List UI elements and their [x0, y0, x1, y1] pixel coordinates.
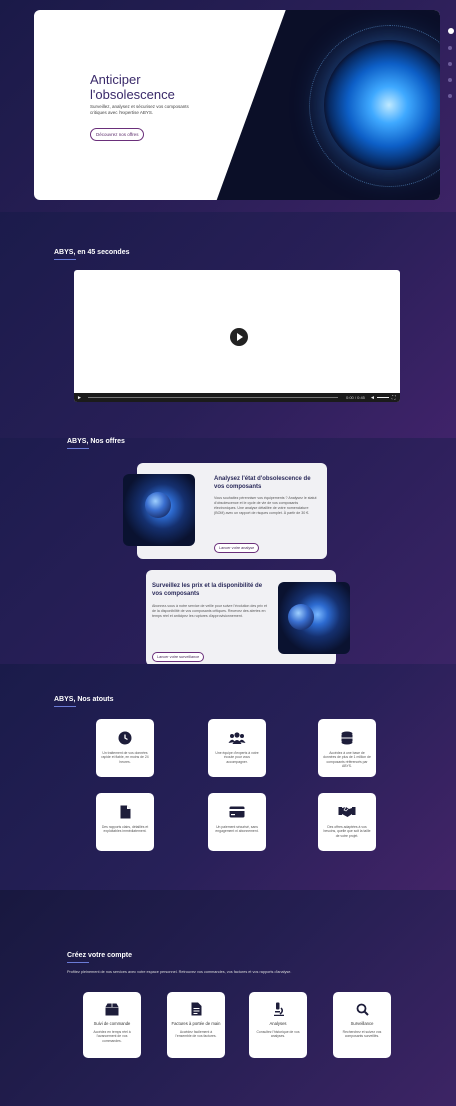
handshake-icon: [338, 806, 356, 817]
box-icon: [105, 1003, 119, 1015]
carousel-dot-1[interactable]: [448, 28, 454, 34]
account-card-analyses[interactable]: Analyses Consultez l'historique de vos a…: [249, 992, 307, 1058]
video-controls: ► 0:00 / 0:45 ◄ ⛶: [74, 393, 400, 402]
robot-analysis-image: [123, 474, 195, 546]
atout-card-database: Accédez à une base de données de plus de…: [318, 719, 376, 777]
offer-surveillance-title: Surveillez les prix et la disponibilité …: [152, 583, 263, 597]
account-card-title: Analyses: [269, 1021, 287, 1026]
account-card-orders[interactable]: Suivi de commande Accédez en temps réel …: [83, 992, 141, 1058]
carousel-dot-2[interactable]: [448, 46, 452, 50]
volume-icon[interactable]: ◄: [370, 395, 375, 401]
database-icon: [341, 731, 353, 745]
fullscreen-icon[interactable]: ⛶: [392, 395, 396, 401]
discover-offers-button[interactable]: Découvrez nos offres: [90, 128, 145, 141]
offer-analysis-text: Vous souhaitez pérenniser vos équipement…: [214, 496, 317, 515]
document-icon: [191, 1002, 201, 1016]
clock-icon: [118, 731, 132, 745]
atout-text: Une équipe d'experts à votre écoute pour…: [215, 751, 259, 764]
carousel-dots: [448, 28, 454, 110]
hero-text: Surveillez, analysez et sécurisez vos co…: [90, 104, 189, 115]
title-underline: [67, 448, 89, 449]
robot-surveillance-image: [278, 582, 350, 654]
carousel-dot-5[interactable]: [448, 94, 452, 98]
carousel-dot-4[interactable]: [448, 78, 452, 82]
atout-card-team: Une équipe d'experts à votre écoute pour…: [208, 719, 266, 777]
atout-text: Des offres adaptées à vos besoins, quell…: [323, 825, 371, 838]
account-card-invoices[interactable]: Factures à portée de main Accédez facile…: [167, 992, 225, 1058]
atout-text: Accédez à une base de données de plus de…: [323, 751, 371, 769]
account-card-title: Surveillance: [350, 1021, 374, 1026]
atout-text: Un traitement de vos données rapide et f…: [101, 751, 149, 764]
account-section-text: Profitez pleinement de nos services avec…: [67, 970, 292, 974]
robot-graphic: [145, 492, 171, 518]
account-card-text: Accédez en temps réel à l'avancement de …: [93, 1030, 131, 1043]
atout-card-payment: Un paiement sécurisé, sans engagement ni…: [208, 793, 266, 851]
account-card-title: Suivi de commande: [93, 1021, 131, 1026]
account-section-title: Créez votre compte: [67, 952, 132, 959]
title-underline: [54, 259, 76, 260]
title-underline: [67, 962, 89, 963]
file-icon: [120, 805, 130, 819]
atouts-section-title: ABYS, Nos atouts: [54, 696, 114, 703]
atout-card-speed: Un traitement de vos données rapide et f…: [96, 719, 154, 777]
atout-card-offers: Des offres adaptées à vos besoins, quell…: [318, 793, 376, 851]
account-card-text: Accédez facilement à l'ensemble de vos f…: [175, 1030, 217, 1039]
robot-graphic: [288, 604, 314, 630]
hero-section: Anticiper l'obsolescence Surveillez, ana…: [0, 0, 456, 212]
account-card-title: Factures à portée de main: [171, 1021, 221, 1026]
launch-surveillance-button[interactable]: Lancer votre surveillance: [152, 652, 205, 662]
offer-surveillance-text: Abonnez-vous à notre service de veille p…: [152, 604, 267, 618]
account-card-surveillance[interactable]: Surveillance Recherchez et suivez vos co…: [333, 992, 391, 1058]
atout-text: Un paiement sécurisé, sans engagement ni…: [215, 825, 259, 834]
atout-text: Des rapports clairs, détaillés et exploi…: [101, 825, 149, 834]
atouts-section: ABYS, Nos atouts: [0, 664, 456, 890]
carousel-dot-3[interactable]: [448, 62, 452, 66]
video-time: 0:00 / 0:45: [346, 395, 365, 400]
microscope-icon: [273, 1002, 284, 1016]
account-card-text: Recherchez et suivez vos composants surv…: [342, 1030, 382, 1039]
play-small-icon[interactable]: ►: [77, 395, 82, 401]
credit-card-icon: [229, 806, 245, 818]
search-icon: [356, 1003, 369, 1016]
video-section-title: ABYS, en 45 secondes: [54, 249, 130, 256]
users-icon: [228, 732, 246, 744]
video-progress-bar[interactable]: [88, 397, 338, 398]
hero-banner: Anticiper l'obsolescence Surveillez, ana…: [34, 10, 440, 200]
offers-section-title: ABYS, Nos offres: [67, 438, 125, 445]
offer-analysis-title: Analysez l'état d'obsolescence de vos co…: [214, 476, 311, 490]
play-icon[interactable]: [230, 328, 248, 346]
launch-analysis-button[interactable]: Lancer votre analyse: [214, 543, 260, 553]
title-underline: [54, 706, 76, 707]
volume-slider[interactable]: [377, 397, 389, 398]
atout-card-reports: Des rapports clairs, détaillés et exploi…: [96, 793, 154, 851]
account-card-text: Consultez l'historique de vos analyses.: [256, 1030, 300, 1039]
video-player[interactable]: ► 0:00 / 0:45 ◄ ⛶: [74, 270, 400, 402]
hero-title: Anticiper l'obsolescence: [90, 72, 175, 102]
